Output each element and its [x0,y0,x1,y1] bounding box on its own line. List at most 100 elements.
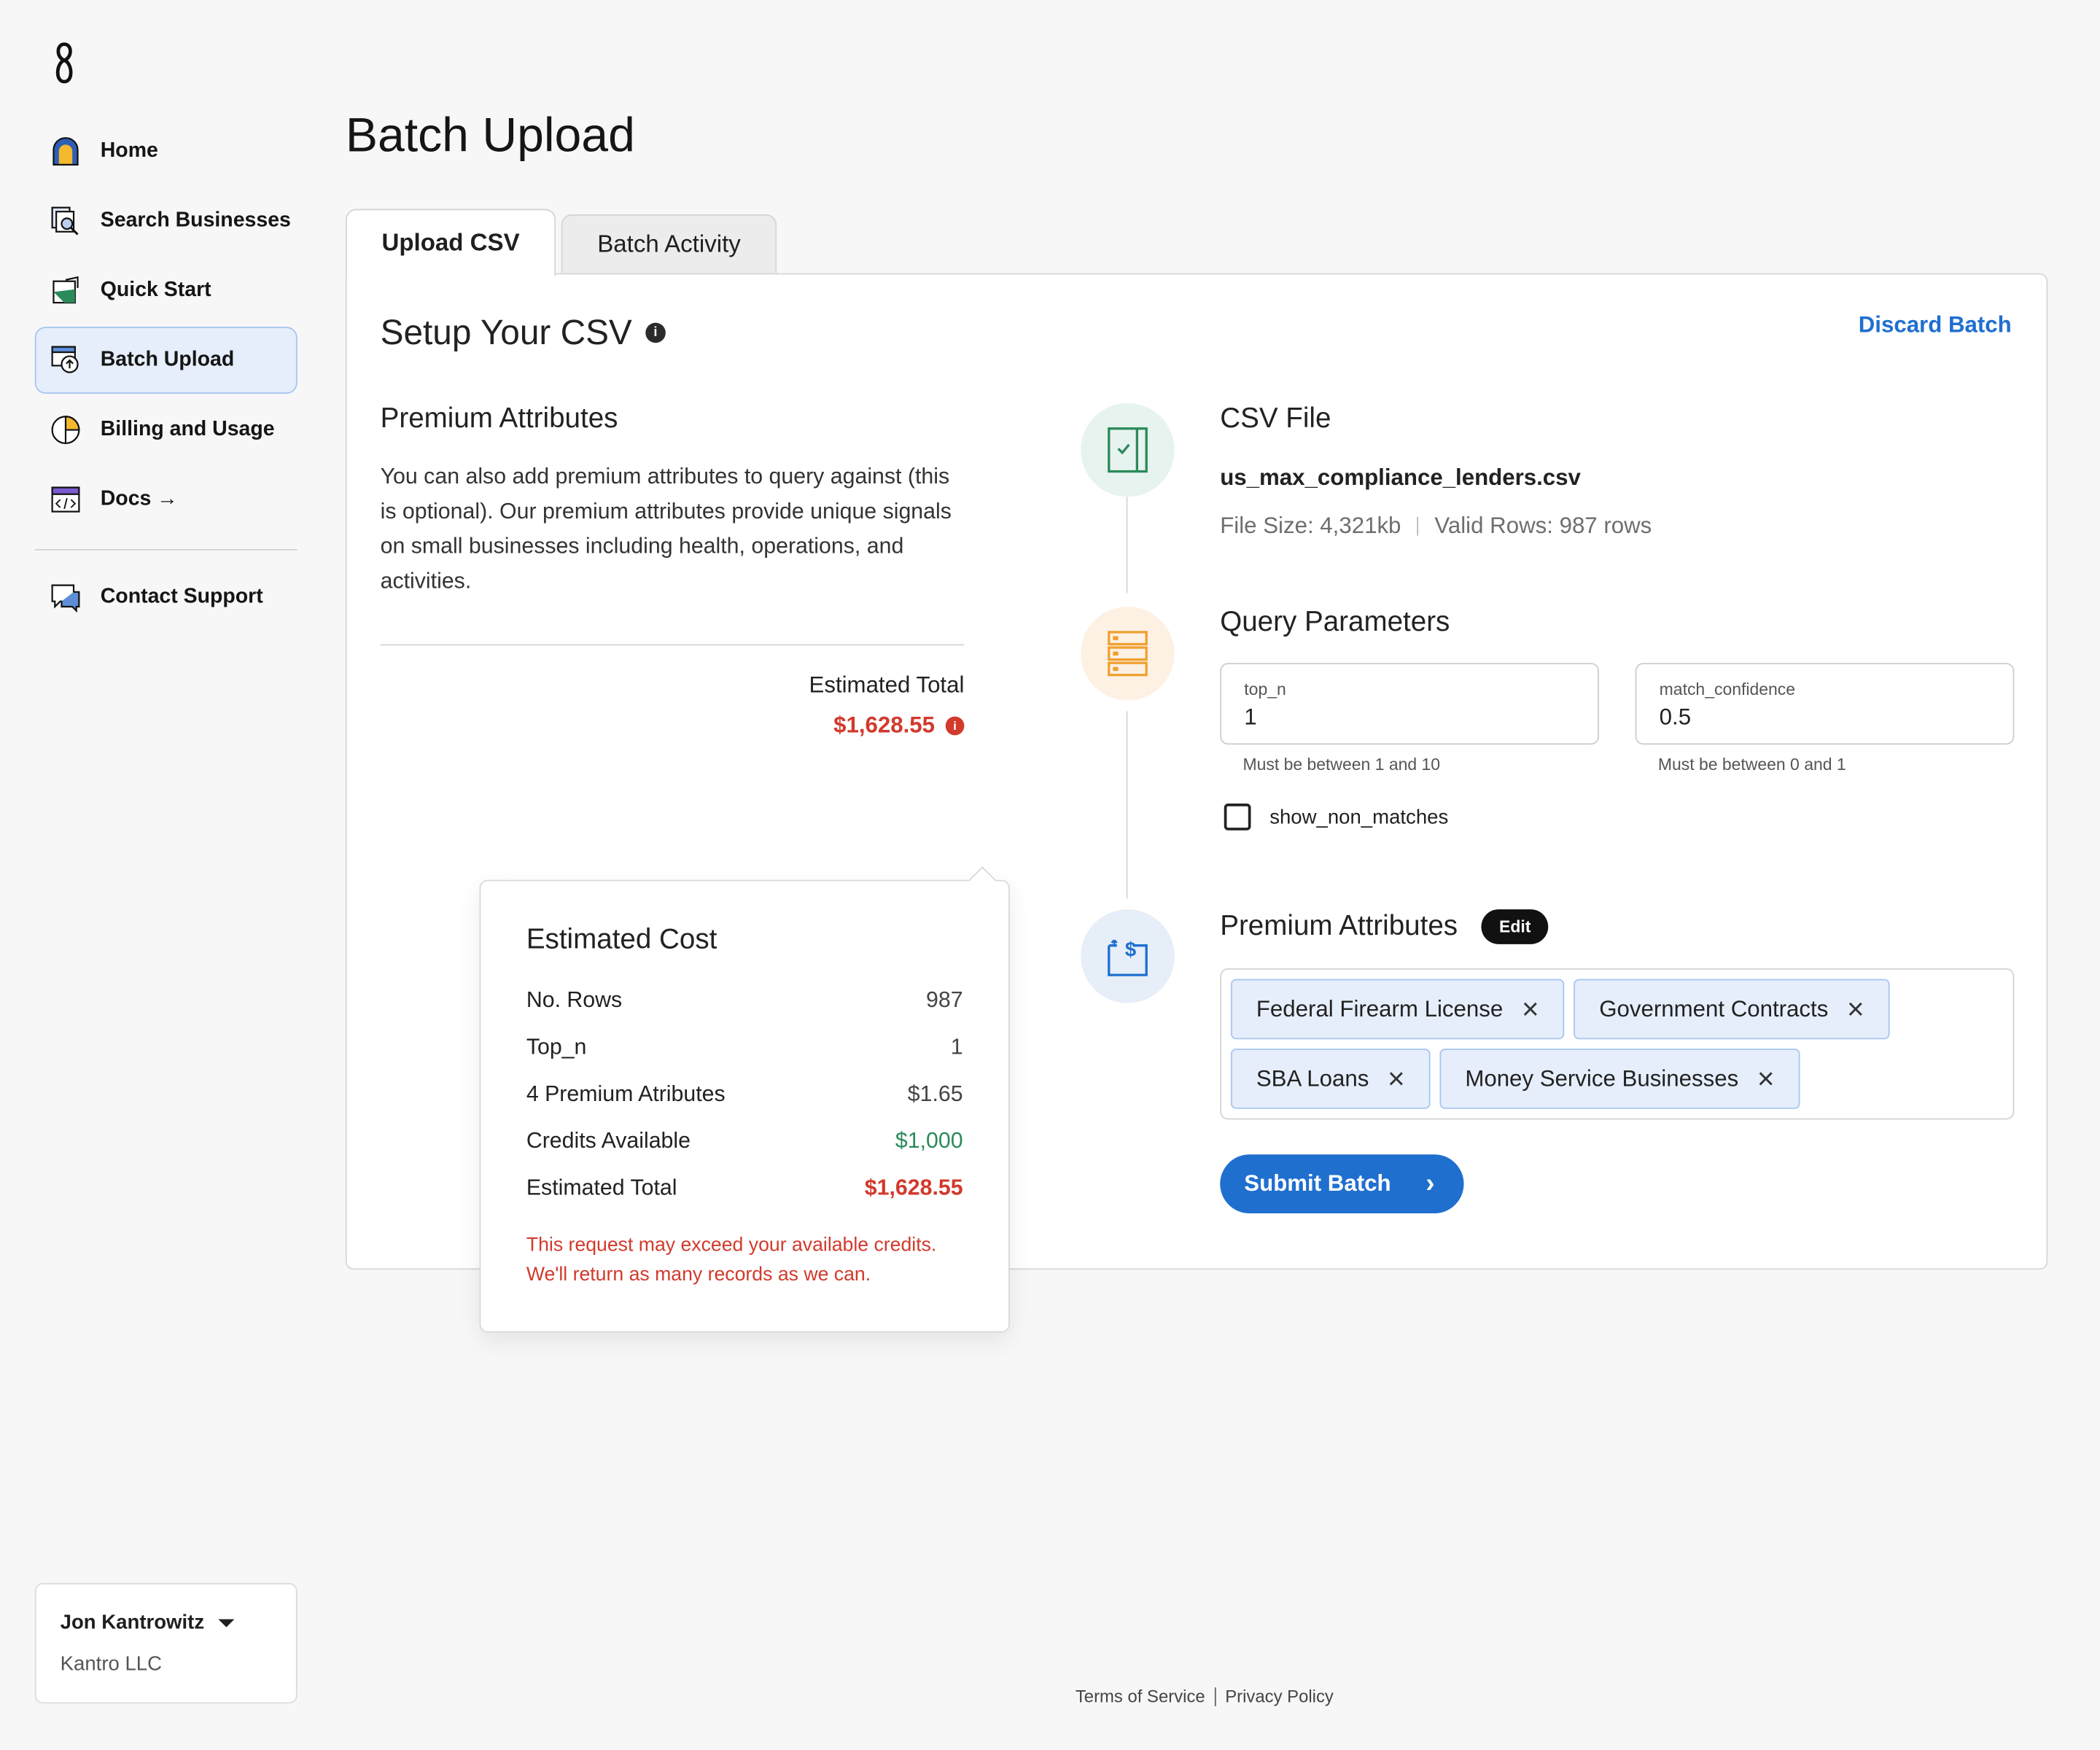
cost-row-label: 4 Premium Atributes [526,1082,726,1107]
cost-row-credits: Credits Available $1,000 [526,1119,963,1165]
match-confidence-field-box[interactable]: match_confidence [1635,663,2015,745]
sidebar-item-label: Batch Upload [100,348,235,371]
credit-warning: This request may exceed your available c… [526,1231,963,1290]
warning-line: We'll return as many records as we can. [526,1264,871,1286]
file-name: us_max_compliance_lenders.csv [1220,464,1581,491]
top-n-label: top_n [1244,680,1286,699]
close-icon[interactable]: × [1388,1063,1405,1093]
sidebar-divider [34,549,298,551]
premium-description: You can also add premium attributes to q… [380,464,952,594]
cost-row-value: $1.65 [907,1082,963,1107]
tab-batch-activity[interactable]: Batch Activity [561,214,777,273]
close-icon[interactable]: × [1847,994,1864,1024]
premium-attributes-section: Premium Attributes Edit Federal Firearm … [1220,909,2015,1214]
sidebar-item-contact-support[interactable]: Contact Support [35,564,298,631]
chevron-right-icon: › [1426,1168,1435,1198]
match-confidence-field: match_confidence Must be between 0 and 1 [1635,663,2015,774]
shield-check-icon [52,276,79,304]
sidebar-item-quick-start[interactable]: Quick Start [35,257,298,324]
terms-link[interactable]: Terms of Service [1076,1686,1205,1706]
chat-bubbles-icon [51,584,80,613]
file-size: File Size: 4,321kb [1220,513,1401,539]
sidebar-item-label: Contact Support [100,585,263,608]
privacy-link[interactable]: Privacy Policy [1225,1686,1334,1706]
footer: Terms of Service Privacy Policy [1076,1686,1334,1706]
valid-rows: Valid Rows: 987 rows [1434,513,1652,539]
setup-title: Setup Your CSV i [381,312,666,354]
sidebar-item-docs[interactable]: Docs → [35,466,298,533]
estimated-total-value: $1,628.55 [833,712,936,739]
query-parameters-section: Query Parameters top_n Must be between 1… [1220,607,2015,831]
attribute-chip: Government Contracts × [1574,979,1890,1040]
sidebar-item-search-businesses[interactable]: Search Businesses [35,187,298,254]
warning-line: This request may exceed your available c… [526,1234,937,1256]
show-non-matches-checkbox[interactable] [1224,804,1251,831]
tooltip-title: Estimated Cost [526,924,718,955]
sidebar-item-label: Billing and Usage [100,418,275,441]
attribute-chip: Federal Firearm License × [1230,979,1565,1040]
pie-chart-icon [51,416,80,445]
query-parameters-title: Query Parameters [1220,607,1450,638]
footer-separator [1214,1687,1216,1706]
match-confidence-label: match_confidence [1659,680,1796,699]
chip-label: Government Contracts [1599,995,1829,1022]
submit-batch-button[interactable]: Submit Batch › [1220,1154,1464,1214]
info-icon[interactable]: i [645,322,666,343]
cost-row-rows: No. Rows 987 [526,978,963,1024]
cost-row-value: 987 [926,988,963,1013]
top-n-input[interactable] [1244,704,1575,731]
user-name: Jon Kantrowitz [60,1611,205,1634]
premium-attributes-title: Premium Attributes [1220,910,1458,942]
cost-row-top-n: Top_n 1 [526,1024,963,1071]
page-title: Batch Upload [345,106,635,163]
csv-file-title: CSV File [1220,402,1331,435]
file-meta: File Size: 4,321kb Valid Rows: 987 rows [1220,513,2014,540]
premium-info-title: Premium Attributes [380,402,618,435]
meta-separator [1417,516,1419,536]
premium-attributes-header: Premium Attributes Edit [1220,909,2014,944]
sidebar-item-label: Home [100,139,158,163]
user-account-menu[interactable]: Jon Kantrowitz Kantro LLC [34,1582,298,1704]
csv-file-section: CSV File us_max_compliance_lenders.csv F… [1220,403,2014,540]
sidebar-item-batch-upload[interactable]: Batch Upload [34,327,298,394]
sidebar-item-home[interactable]: Home [35,118,298,185]
top-n-help: Must be between 1 and 10 [1242,755,1441,774]
cost-row-value: $1,000 [895,1129,963,1154]
csv-file-icon [1108,427,1148,473]
submit-batch-label: Submit Batch [1244,1170,1391,1197]
estimated-total-label: Estimated Total [809,672,965,698]
close-icon[interactable]: × [1522,994,1539,1024]
sidebar-item-label: Docs → [100,487,178,510]
step-csv-file [1081,402,1175,497]
estimated-total-value-row: $1,628.55 i [381,712,965,739]
setup-title-text: Setup Your CSV [380,311,632,353]
cost-row-label: No. Rows [526,988,623,1013]
code-window-icon [51,486,80,513]
cost-row-label: Credits Available [526,1129,691,1154]
top-n-field: top_n Must be between 1 and 10 [1220,663,1600,774]
match-confidence-input[interactable] [1659,704,1991,731]
step-connector [1126,711,1128,899]
discard-batch-link[interactable]: Discard Batch [1859,312,2012,339]
user-name-row[interactable]: Jon Kantrowitz [61,1611,272,1634]
svg-text:$: $ [1125,938,1136,960]
dollar-folder-icon: $ [1108,938,1148,976]
top-n-field-box[interactable]: top_n [1220,663,1600,745]
chip-label: Federal Firearm License [1256,995,1504,1022]
info-alert-icon[interactable]: i [945,716,965,736]
tab-bar: Upload CSV Batch Activity [345,209,777,276]
caret-down-icon [217,1618,234,1627]
tab-upload-csv[interactable]: Upload CSV [345,209,556,276]
batch-upload-icon [51,346,79,373]
step-premium-attributes: $ [1081,909,1175,1003]
sidebar-item-billing-and-usage[interactable]: Billing and Usage [35,397,298,464]
close-icon[interactable]: × [1757,1063,1775,1093]
chip-label: Money Service Businesses [1465,1065,1739,1091]
premium-chip-list: Federal Firearm License × Government Con… [1220,968,2015,1120]
edit-button[interactable]: Edit [1482,909,1549,944]
chip-label: SBA Loans [1256,1065,1369,1091]
cost-row-label: Top_n [526,1035,587,1059]
step-connector [1126,497,1128,594]
divider [380,644,965,646]
show-non-matches-row[interactable]: show_non_matches [1220,804,2014,831]
